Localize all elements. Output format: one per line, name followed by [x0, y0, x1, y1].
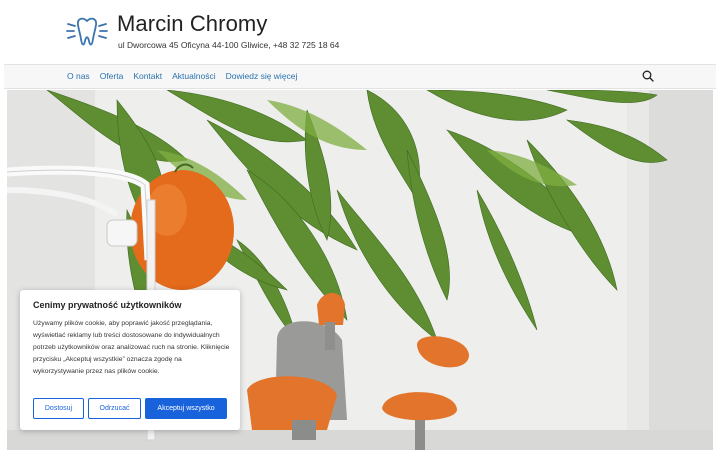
site-title[interactable]: Marcin Chromy — [117, 11, 267, 37]
accept-all-button[interactable]: Akceptuj wszystko — [145, 398, 227, 419]
tooth-icon[interactable] — [66, 15, 108, 49]
cookie-consent-banner: Cenimy prywatność użytkowników Używamy p… — [20, 290, 240, 430]
site-description: ul Dworcowa 45 Oficyna 44-100 Gliwice, +… — [118, 40, 340, 50]
nav-item-dowiedz-sie-wiecej[interactable]: Dowiedz się więcej — [226, 71, 298, 81]
cookie-banner-title: Cenimy prywatność użytkowników — [33, 300, 182, 310]
main-navigation: O nas Oferta Kontakt Aktualności Dowiedz… — [4, 64, 716, 89]
reject-button[interactable]: Odrzucać — [88, 398, 141, 419]
nav-item-oferta[interactable]: Oferta — [100, 71, 124, 81]
cookie-banner-text: Używamy plików cookie, aby poprawić jako… — [33, 320, 230, 375]
nav-item-o-nas[interactable]: O nas — [67, 71, 90, 81]
site-header: Marcin Chromy ul Dworcowa 45 Oficyna 44-… — [0, 0, 720, 64]
nav-item-aktualnosci[interactable]: Aktualności — [172, 71, 215, 81]
nav-menu: O nas Oferta Kontakt Aktualności Dowiedz… — [67, 71, 307, 81]
customize-button[interactable]: Dostosuj — [33, 398, 84, 419]
nav-item-kontakt[interactable]: Kontakt — [133, 71, 162, 81]
search-icon[interactable] — [642, 70, 654, 82]
